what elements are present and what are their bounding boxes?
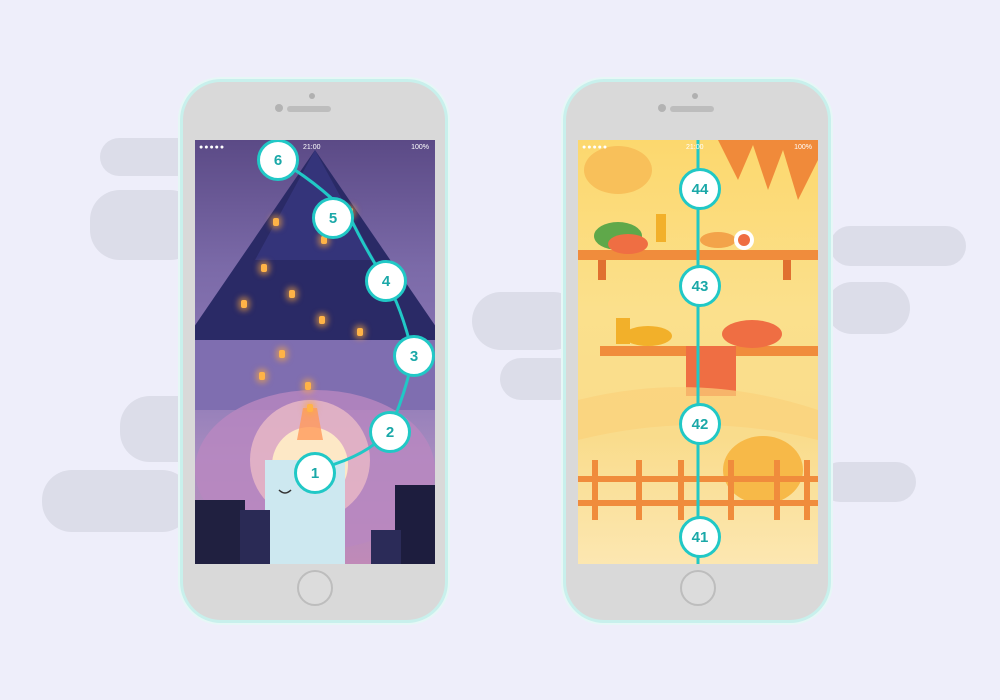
camera-dot bbox=[692, 93, 698, 99]
clock: 21:00 bbox=[303, 144, 321, 151]
level-node-43[interactable]: 43 bbox=[679, 265, 721, 307]
signal-indicator: ●●●●● bbox=[582, 144, 609, 151]
speaker-grille bbox=[670, 106, 714, 112]
battery-indicator: 100% bbox=[411, 144, 429, 151]
level-node-3[interactable]: 3 bbox=[393, 335, 435, 377]
background-cloud bbox=[826, 282, 910, 334]
level-node-44[interactable]: 44 bbox=[679, 168, 721, 210]
background-cloud bbox=[820, 462, 916, 502]
right-phone: ●●●●● 21:00 100% 41 42 43 44 bbox=[566, 82, 828, 620]
status-bar: ●●●●● 21:00 100% bbox=[578, 144, 818, 154]
speaker-grille bbox=[287, 106, 331, 112]
camera-dot bbox=[309, 93, 315, 99]
front-camera bbox=[275, 104, 283, 112]
level-node-6[interactable]: 6 bbox=[257, 140, 299, 181]
home-button[interactable] bbox=[297, 570, 333, 606]
level-node-41[interactable]: 41 bbox=[679, 516, 721, 558]
background-cloud bbox=[42, 470, 192, 532]
left-phone: ●●●●● 21:00 100% 1 2 3 4 5 6 bbox=[183, 82, 445, 620]
level-node-5[interactable]: 5 bbox=[312, 197, 354, 239]
level-node-1[interactable]: 1 bbox=[294, 452, 336, 494]
level-node-4[interactable]: 4 bbox=[365, 260, 407, 302]
status-bar: ●●●●● 21:00 100% bbox=[195, 144, 435, 154]
level-node-2[interactable]: 2 bbox=[369, 411, 411, 453]
level-map-screen[interactable]: ●●●●● 21:00 100% 41 42 43 44 bbox=[578, 140, 818, 564]
background-cloud bbox=[830, 226, 966, 266]
level-map-screen[interactable]: ●●●●● 21:00 100% 1 2 3 4 5 6 bbox=[195, 140, 435, 564]
home-button[interactable] bbox=[680, 570, 716, 606]
battery-indicator: 100% bbox=[794, 144, 812, 151]
front-camera bbox=[658, 104, 666, 112]
level-node-42[interactable]: 42 bbox=[679, 403, 721, 445]
signal-indicator: ●●●●● bbox=[199, 144, 226, 151]
clock: 21:00 bbox=[686, 144, 704, 151]
